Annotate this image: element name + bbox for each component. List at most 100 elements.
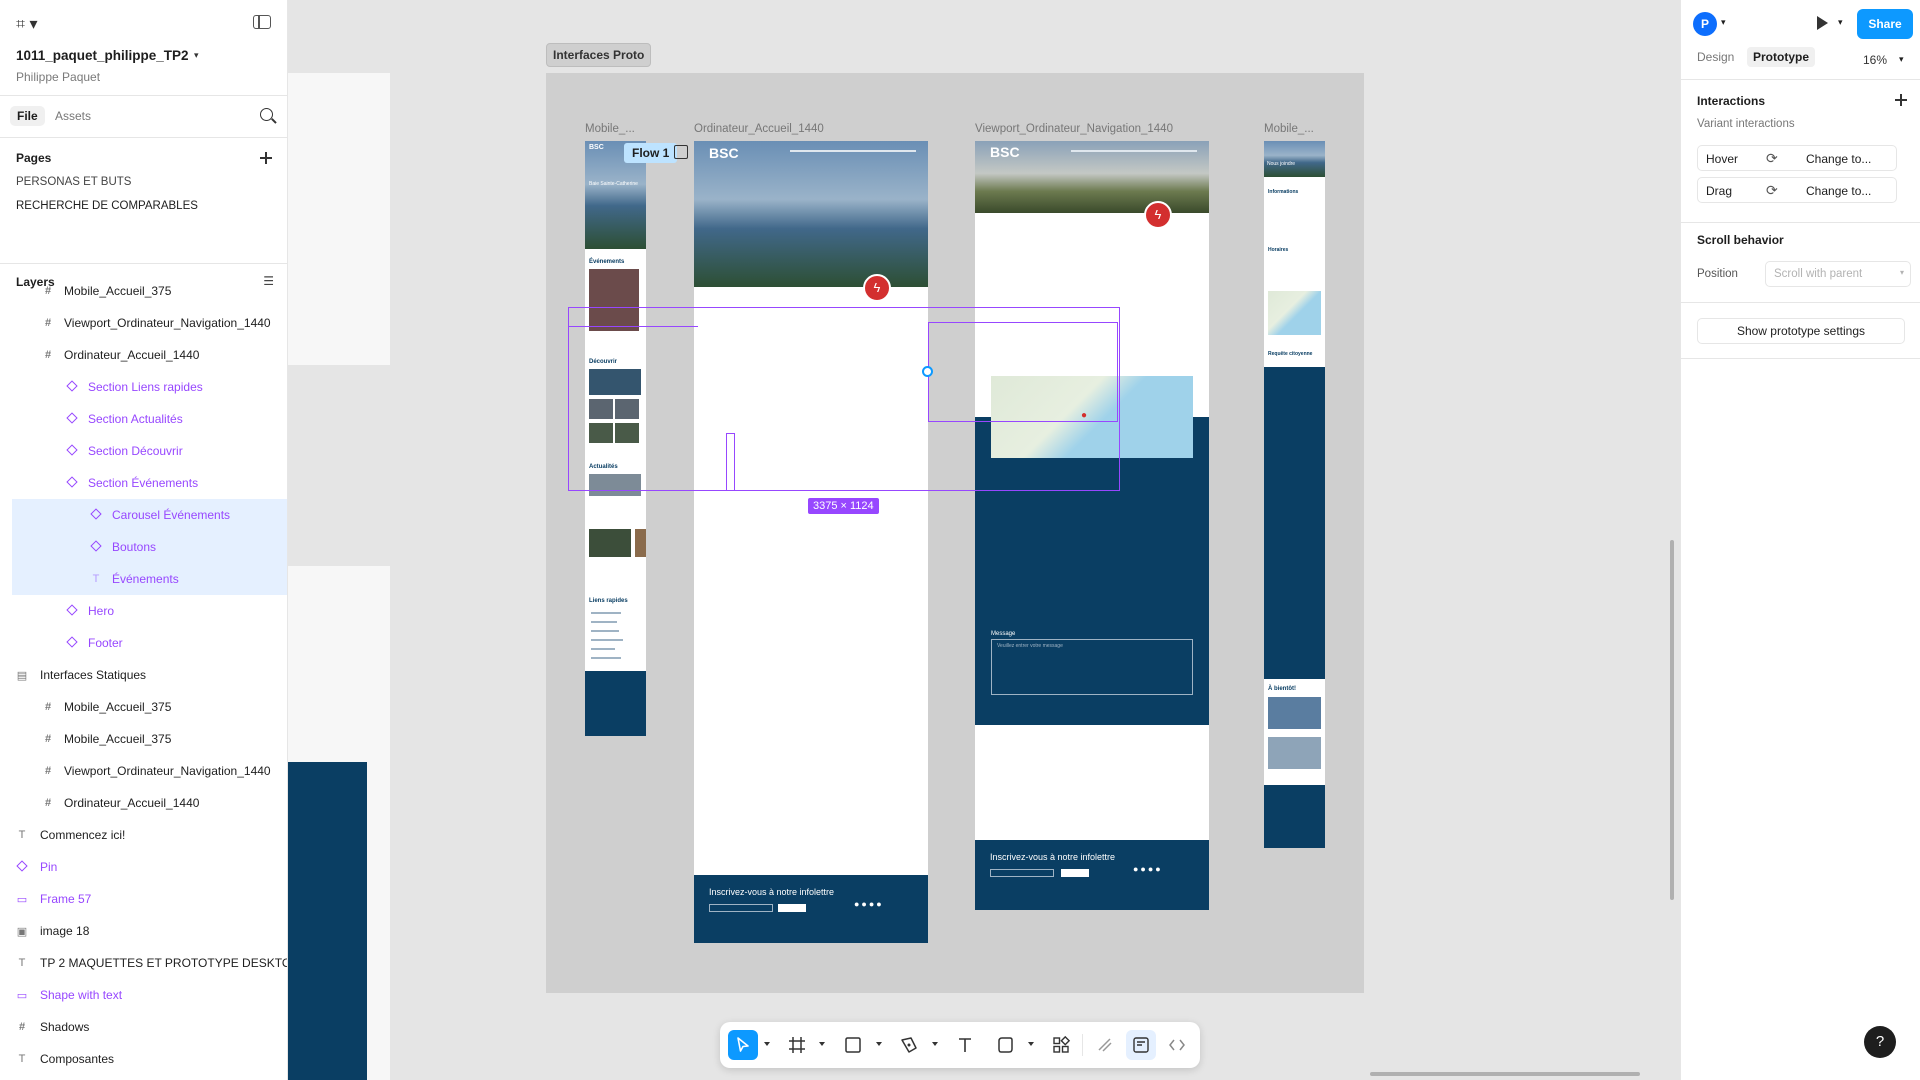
layer-row[interactable]: ▭ Frame 57 [12,883,287,915]
section-heading: Horaires [1268,247,1289,253]
search-icon[interactable] [260,108,273,121]
share-button[interactable]: Share [1857,9,1913,39]
layer-row[interactable]: Pin [12,851,287,883]
chevron-down-icon[interactable]: ▾ [1899,54,1904,65]
layer-row[interactable]: T TP 2 MAQUETTES ET PROTOTYPE DESKTOP À [12,947,287,979]
chevron-down-icon[interactable] [819,1042,825,1046]
interaction-badge-icon[interactable]: ϟ [1144,201,1172,229]
layer-row[interactable]: # Shadows [12,1011,287,1043]
horizontal-scrollbar[interactable] [1370,1072,1640,1076]
interaction-row[interactable]: Hover ⟳ Change to... [1697,145,1897,171]
logo: BSC [709,145,739,161]
avatar[interactable]: P [1693,12,1717,36]
tab-design[interactable]: Design [1697,50,1734,64]
chevron-down-icon[interactable] [764,1042,770,1046]
frame-label[interactable]: Ordinateur_Accueil_1440 [694,123,824,135]
layer-row[interactable]: Hero [12,595,287,627]
interaction-badge-icon[interactable]: ϟ [863,274,891,302]
layer-row[interactable]: # Ordinateur_Accueil_1440 [12,339,287,371]
show-prototype-settings-button[interactable]: Show prototype settings [1697,318,1905,344]
section-label[interactable]: Interfaces Proto [546,43,652,67]
flow-starting-point[interactable]: Flow 1 [624,143,678,163]
dev-mode-tool-icon[interactable] [1126,1030,1156,1060]
layer-row[interactable]: Footer [12,627,287,659]
layer-row[interactable]: T Composantes [12,1043,287,1075]
chevron-down-icon[interactable] [932,1042,938,1046]
mobile-frame-right[interactable]: Nous joindre Informations Horaires Requê… [1264,141,1325,848]
section-interfaces-proto[interactable] [546,73,1364,993]
file-name[interactable]: 1011_paquet_philippe_TP2 [16,48,189,63]
layer-row[interactable]: Section Découvrir [12,435,287,467]
layer-row[interactable]: # Ordinateur_Accueil_1440 [12,787,287,819]
newsletter-submit [1061,869,1089,877]
newsletter-title: Inscrivez-vous à notre infolettre [990,852,1116,862]
layer-row[interactable]: # Mobile_Accueil_375 [12,275,287,307]
sidebar-toggle-icon[interactable] [253,15,271,29]
layer-row[interactable]: ▭ Shape with text [12,979,287,1011]
add-page-icon[interactable] [260,152,272,164]
chevron-down-icon[interactable] [876,1042,882,1046]
selection-child[interactable] [726,433,735,491]
layer-row-selected[interactable]: T Événements [12,563,287,595]
desktop-accueil-frame[interactable]: BSC Inscrivez-vous à notre infolettre ●●… [694,141,928,943]
layer-row-selected[interactable]: Carousel Événements [12,499,287,531]
chevron-down-icon[interactable]: ▾ [1838,17,1843,28]
hero-image [694,141,928,287]
tab-file[interactable]: File [10,106,45,126]
layer-row[interactable]: # Viewport_Ordinateur_Navigation_1440 [12,755,287,787]
zoom-level[interactable]: 16% [1863,53,1887,67]
code-tool-icon[interactable] [1162,1030,1192,1060]
page-item[interactable]: RECHERCHE DE COMPARABLES [16,200,198,212]
map-image [1268,291,1321,335]
component-icon [66,636,78,648]
layer-row[interactable]: ▤ Interfaces Statiques [12,659,287,691]
layer-row[interactable]: # Viewport_Ordinateur_Navigation_1440 [12,307,287,339]
frame-label[interactable]: Viewport_Ordinateur_Navigation_1440 [975,123,1173,135]
text-tool-icon[interactable] [950,1030,980,1060]
shape-tool-icon[interactable] [990,1030,1020,1060]
page-item[interactable]: PERSONAS ET BUTS [16,176,131,188]
file-header: ⌗ ▾ 1011_paquet_philippe_TP2 ▾ Philippe … [0,0,287,96]
layer-row[interactable]: # Mobile_Accueil_375 [12,723,287,755]
frame-label[interactable]: Mobile_... [1264,123,1314,135]
connection-handle[interactable] [922,366,933,377]
vertical-scrollbar[interactable] [1670,540,1674,900]
section-heading: Liens rapides [589,598,628,604]
interaction-row[interactable]: Drag ⟳ Change to... [1697,177,1897,203]
pen-tool-icon[interactable] [894,1030,924,1060]
flow-play-icon[interactable] [674,145,688,159]
present-icon[interactable] [1817,16,1828,30]
dimension-label: 3375 × 1124 [808,498,879,514]
layer-row[interactable]: Section Événements [12,467,287,499]
layer-row-selected[interactable]: Boutons [12,531,287,563]
chevron-down-icon[interactable] [1028,1042,1034,1046]
news-image [589,529,631,557]
design-canvas[interactable]: Interfaces Proto Mobile_... Ordinateur_A… [288,0,1680,1080]
newsletter-title: Inscrivez-vous à notre infolettre [709,887,835,897]
chevron-down-icon[interactable]: ▾ [1721,17,1726,28]
viewport-navigation-frame[interactable]: BSC Message Veuillez entrer votre messag… [975,141,1209,910]
figma-menu-icon[interactable]: ⌗ ▾ [16,14,38,34]
move-tool-icon[interactable] [728,1030,758,1060]
position-select[interactable]: Scroll with parent ▾ [1765,261,1911,287]
interactions-title: Interactions [1697,94,1766,108]
draw-tool-icon[interactable] [1090,1030,1120,1060]
add-interaction-icon[interactable] [1895,94,1907,106]
layer-row[interactable]: T Commencez ici! [12,819,287,851]
footer [1264,785,1325,848]
frame-tool-icon[interactable] [782,1030,812,1060]
help-button[interactable]: ? [1864,1026,1896,1058]
position-label: Position [1697,268,1738,280]
components-tool-icon[interactable] [1046,1030,1076,1060]
layer-row[interactable]: ▣ image 18 [12,915,287,947]
frame-label[interactable]: Mobile_... [585,123,635,135]
layer-row[interactable]: Section Liens rapides [12,371,287,403]
layer-row[interactable]: Section Actualités [12,403,287,435]
layer-row[interactable]: # Mobile_Accueil_375 [12,691,287,723]
rectangle-tool-icon[interactable] [838,1030,868,1060]
tab-assets[interactable]: Assets [48,106,98,126]
chevron-down-icon[interactable]: ▾ [194,50,199,61]
file-owner: Philippe Paquet [16,70,101,84]
selection-child[interactable] [928,322,1118,422]
tab-prototype[interactable]: Prototype [1747,47,1816,67]
